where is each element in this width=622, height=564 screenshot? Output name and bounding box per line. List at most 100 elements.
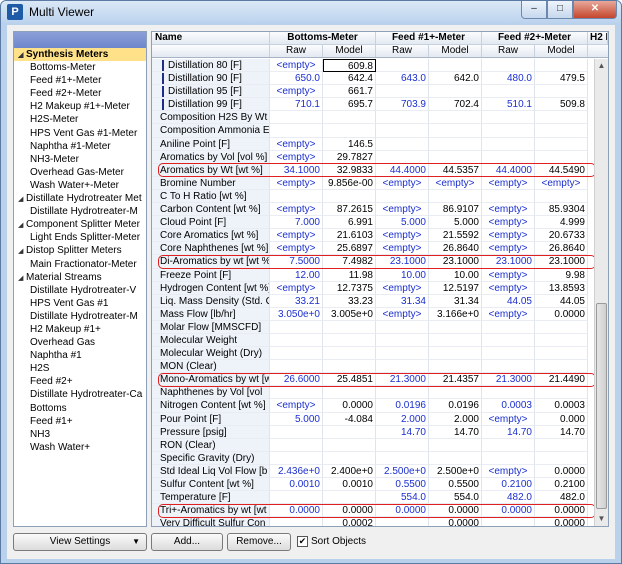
raw-value-cell[interactable]: [270, 111, 323, 125]
raw-value-cell[interactable]: 14.70: [482, 425, 535, 439]
grid-row[interactable]: Std Ideal Liq Vol Flow [b 2.436e+0 2.400e+…: [152, 464, 594, 478]
model-value-cell[interactable]: [429, 124, 482, 138]
model-value-cell[interactable]: [535, 59, 588, 73]
row-name-cell[interactable]: Distillation 99 [F]: [152, 98, 270, 112]
tree-item[interactable]: NH3-Meter: [14, 153, 146, 166]
row-name-cell[interactable]: Hydrogen Content [wt %]: [152, 281, 270, 295]
model-value-cell[interactable]: [535, 386, 588, 400]
grid-row[interactable]: Di-Aromatics by wt [wt %] 7.5000 7.4982 23.…: [152, 255, 594, 269]
model-value-cell[interactable]: [429, 360, 482, 374]
model-value-cell[interactable]: 29.7827: [323, 150, 376, 164]
maximize-button[interactable]: □: [547, 1, 573, 19]
raw-value-cell[interactable]: [376, 360, 429, 374]
grid-row[interactable]: Hydrogen Content [wt %] <empty> 12.7375 <em…: [152, 281, 594, 295]
model-value-cell[interactable]: [323, 111, 376, 125]
model-value-cell[interactable]: 14.70: [429, 425, 482, 439]
model-value-cell[interactable]: 0.0003: [535, 399, 588, 413]
tree-group[interactable]: ◢ Distillate Hydrotreater Met: [14, 192, 146, 205]
raw-value-cell[interactable]: 3.050e+0: [270, 307, 323, 321]
raw-value-cell[interactable]: <empty>: [376, 176, 429, 190]
raw-value-cell[interactable]: [482, 451, 535, 465]
row-name-cell[interactable]: Naphthenes by Vol [vol: [152, 386, 270, 400]
model-value-cell[interactable]: [323, 360, 376, 374]
tree-item[interactable]: Overhead Gas: [14, 336, 146, 349]
raw-value-cell[interactable]: <empty>: [482, 203, 535, 217]
raw-value-cell[interactable]: <empty>: [482, 242, 535, 256]
model-value-cell[interactable]: 13.8593: [535, 281, 588, 295]
model-value-cell[interactable]: [323, 333, 376, 348]
raw-value-cell[interactable]: 33.21: [270, 294, 323, 308]
row-name-cell[interactable]: Molecular Weight (Dry): [152, 347, 270, 361]
raw-value-cell[interactable]: <empty>: [376, 203, 429, 217]
raw-value-cell[interactable]: 14.70: [376, 425, 429, 439]
model-value-cell[interactable]: [535, 451, 588, 465]
row-name-cell[interactable]: Freeze Point [F]: [152, 268, 270, 282]
grid-row[interactable]: Composition H2S By Wt: [152, 111, 594, 125]
raw-value-cell[interactable]: <empty>: [270, 176, 323, 190]
grid-row[interactable]: Freeze Point [F] 12.00 11.98 10.00 10.00 <emp…: [152, 268, 594, 282]
model-value-cell[interactable]: 0.0196: [429, 399, 482, 413]
raw-value-cell[interactable]: 710.1: [270, 98, 323, 112]
raw-value-cell[interactable]: [376, 320, 429, 334]
raw-value-cell[interactable]: [376, 189, 429, 204]
raw-value-cell[interactable]: <empty>: [376, 307, 429, 321]
close-button[interactable]: ✕: [573, 1, 617, 19]
raw-value-cell[interactable]: <empty>: [482, 281, 535, 295]
model-value-cell[interactable]: 0.0000: [535, 517, 588, 526]
raw-value-cell[interactable]: 7.000: [270, 216, 323, 230]
model-value-cell[interactable]: 479.5: [535, 72, 588, 86]
raw-value-cell[interactable]: <empty>: [482, 307, 535, 321]
grid-row[interactable]: Cloud Point [F] 7.000 6.991 5.000 5.000 <empt…: [152, 216, 594, 230]
model-value-cell[interactable]: [535, 137, 588, 151]
grid-row[interactable]: Pressure [psig] 14.70 14.70 14.70 14.70: [152, 425, 594, 439]
raw-value-cell[interactable]: <empty>: [270, 137, 323, 151]
model-value-cell[interactable]: 86.9107: [429, 203, 482, 217]
raw-value-cell[interactable]: <empty>: [270, 85, 323, 99]
grid-row[interactable]: Carbon Content [wt %] <empty> 87.2615 <empt…: [152, 203, 594, 217]
tree-group[interactable]: ◢ Component Splitter Meter: [14, 218, 146, 231]
raw-value-cell[interactable]: 44.4000: [482, 163, 535, 177]
model-value-cell[interactable]: 32.9833: [323, 163, 376, 177]
model-value-cell[interactable]: 44.5490: [535, 163, 588, 177]
row-name-cell[interactable]: Mono-Aromatics by wt [w: [152, 373, 270, 387]
grid-row[interactable]: Mono-Aromatics by wt [w 26.6000 25.4851 21.…: [152, 373, 594, 387]
grid-row[interactable]: Molar Flow [MMSCFD]: [152, 320, 594, 334]
grid-row[interactable]: Specific Gravity (Dry): [152, 451, 594, 465]
add-button[interactable]: Add...: [151, 533, 223, 551]
raw-value-cell[interactable]: 12.00: [270, 268, 323, 282]
tree-item[interactable]: Wash Water+: [14, 441, 146, 454]
model-value-cell[interactable]: 14.70: [535, 425, 588, 439]
model-value-cell[interactable]: [535, 347, 588, 361]
model-value-cell[interactable]: 87.2615: [323, 203, 376, 217]
model-value-cell[interactable]: 12.5197: [429, 281, 482, 295]
model-value-cell[interactable]: 44.05: [535, 294, 588, 308]
raw-value-cell[interactable]: <empty>: [376, 242, 429, 256]
model-value-cell[interactable]: [535, 111, 588, 125]
row-name-cell[interactable]: Std Ideal Liq Vol Flow [b: [152, 464, 270, 478]
raw-value-cell[interactable]: [482, 320, 535, 334]
grid-row[interactable]: Distillation 95 [F] <empty> 661.7: [152, 85, 594, 99]
row-name-cell[interactable]: Mass Flow [lb/hr]: [152, 307, 270, 321]
model-value-cell[interactable]: 20.6733: [535, 229, 588, 243]
grid-row[interactable]: Aniline Point [F] <empty> 146.5: [152, 137, 594, 151]
model-value-cell[interactable]: [323, 438, 376, 452]
tree-group[interactable]: ◢ Distop Splitter Meters: [14, 244, 146, 257]
raw-value-cell[interactable]: [376, 438, 429, 452]
model-value-cell[interactable]: 5.000: [429, 216, 482, 230]
raw-value-cell[interactable]: [270, 517, 323, 526]
raw-value-cell[interactable]: 480.0: [482, 72, 535, 86]
model-value-cell[interactable]: 509.8: [535, 98, 588, 112]
model-value-cell[interactable]: [429, 150, 482, 164]
raw-value-cell[interactable]: 21.3000: [376, 373, 429, 387]
tree-item[interactable]: Distillate Hydrotreater-Ca: [14, 388, 146, 401]
model-value-cell[interactable]: 11.98: [323, 268, 376, 282]
raw-value-cell[interactable]: 5.000: [270, 412, 323, 426]
raw-value-cell[interactable]: 26.6000: [270, 373, 323, 387]
raw-value-cell[interactable]: [270, 124, 323, 138]
raw-value-cell[interactable]: 23.1000: [482, 255, 535, 269]
model-value-cell[interactable]: <empty>: [429, 176, 482, 190]
raw-value-cell[interactable]: <empty>: [270, 281, 323, 295]
scroll-up-icon[interactable]: ▲: [595, 59, 608, 73]
model-value-cell[interactable]: [323, 425, 376, 439]
grid-row[interactable]: Very Difficult Sulfur Con 0.0002 0.0000 0.0…: [152, 517, 594, 526]
